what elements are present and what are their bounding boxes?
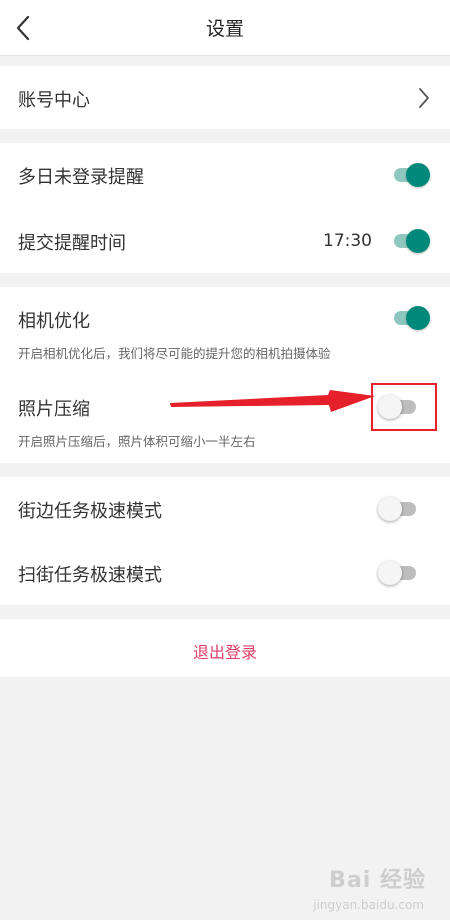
logout-label: 退出登录 bbox=[192, 643, 257, 662]
annotation-highlight-box bbox=[371, 383, 437, 431]
account-center-label: 账号中心 bbox=[18, 90, 90, 111]
watermark: Bai 经验 bbox=[329, 868, 426, 893]
reminders-section: 多日未登录提醒 提交提醒时间 17:30 bbox=[0, 143, 450, 273]
multi-day-login-reminder-toggle[interactable] bbox=[390, 160, 430, 190]
street-sweep-speed-mode-row: 扫街任务极速模式 bbox=[0, 541, 450, 605]
street-side-speed-mode-toggle[interactable] bbox=[378, 494, 418, 524]
header-bar: 设置 bbox=[0, 0, 450, 56]
logout-section: 退出登录 bbox=[0, 619, 450, 677]
account-section: 账号中心 bbox=[0, 66, 450, 129]
photo-compression-description: 开启照片压缩后，照片体积可缩小一半左右 bbox=[18, 434, 256, 449]
photo-compression-label: 照片压缩 bbox=[18, 399, 90, 420]
camera-optimization-description: 开启相机优化后，我们将尽可能的提升您的相机拍摄体验 bbox=[18, 346, 331, 361]
logout-button[interactable]: 退出登录 bbox=[0, 619, 450, 677]
submit-reminder-time-row: 提交提醒时间 17:30 bbox=[0, 207, 450, 273]
street-sweep-speed-mode-toggle[interactable] bbox=[378, 558, 418, 588]
street-sweep-speed-mode-label: 扫街任务极速模式 bbox=[18, 565, 162, 586]
submit-reminder-time-value[interactable]: 17:30 bbox=[323, 231, 372, 251]
street-side-speed-mode-label: 街边任务极速模式 bbox=[18, 501, 162, 522]
account-center-row[interactable]: 账号中心 bbox=[0, 66, 450, 129]
camera-section: 相机优化 开启相机优化后，我们将尽可能的提升您的相机拍摄体验 照片压缩 开启照片… bbox=[0, 287, 450, 463]
camera-optimization-toggle[interactable] bbox=[390, 303, 430, 333]
chevron-right-icon bbox=[419, 88, 429, 108]
page-title: 设置 bbox=[205, 18, 244, 40]
submit-reminder-toggle[interactable] bbox=[390, 226, 430, 256]
multi-day-login-reminder-label: 多日未登录提醒 bbox=[18, 167, 144, 188]
camera-optimization-row: 相机优化 开启相机优化后，我们将尽可能的提升您的相机拍摄体验 bbox=[0, 287, 450, 375]
submit-reminder-time-label: 提交提醒时间 bbox=[18, 233, 126, 254]
speed-mode-section: 街边任务极速模式 扫街任务极速模式 bbox=[0, 477, 450, 605]
annotation-arrow bbox=[170, 390, 375, 412]
camera-optimization-label: 相机优化 bbox=[18, 311, 90, 332]
street-side-speed-mode-row: 街边任务极速模式 bbox=[0, 477, 450, 541]
watermark-subtext: jingyan.baidu.com bbox=[313, 898, 424, 912]
multi-day-login-reminder-row: 多日未登录提醒 bbox=[0, 143, 450, 207]
